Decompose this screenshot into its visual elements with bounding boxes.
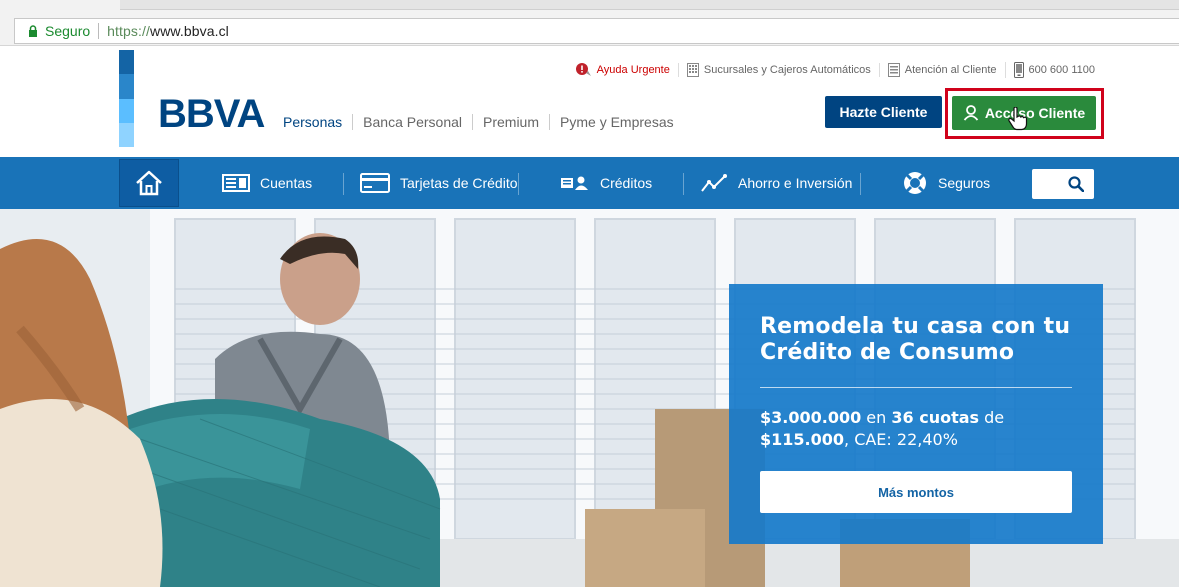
promo-title-line2: Crédito de Consumo <box>760 340 1015 365</box>
nav-cuentas-label: Cuentas <box>260 175 313 191</box>
segment-personas[interactable]: Personas <box>283 114 352 130</box>
logo-stripe <box>119 122 134 147</box>
promo-de: de <box>979 408 1005 427</box>
logo-stripe <box>119 74 134 99</box>
nav-separator <box>860 173 861 195</box>
mas-montos-button[interactable]: Más montos <box>760 471 1072 513</box>
phone-icon <box>1013 62 1024 78</box>
nav-ahorro-label: Ahorro e Inversión <box>738 175 853 191</box>
phone-label: 600 600 1100 <box>1028 64 1095 76</box>
service-building-icon <box>887 63 900 77</box>
nav-creditos-label: Créditos <box>600 175 653 191</box>
secure-label: Seguro <box>45 23 91 39</box>
urgent-help-link[interactable]: Ayuda Urgente <box>568 63 678 77</box>
segment-banca-personal[interactable]: Banca Personal <box>352 114 472 130</box>
branches-label: Sucursales y Cajeros Automáticos <box>703 64 871 76</box>
search-input[interactable] <box>1032 169 1094 199</box>
home-button[interactable] <box>119 159 179 207</box>
credits-icon <box>560 175 590 191</box>
hand-cursor-icon <box>1008 106 1028 136</box>
hazte-cliente-button[interactable]: Hazte Cliente <box>825 96 942 128</box>
address-bar[interactable]: Seguro https://www.bbva.cl <box>14 18 1179 44</box>
promo-title: Remodela tu casa con tu Crédito de Consu… <box>760 314 1073 366</box>
lifebuoy-icon <box>902 170 928 196</box>
promo-card: Remodela tu casa con tu Crédito de Consu… <box>729 284 1103 544</box>
nav-ahorro[interactable]: Ahorro e Inversión <box>700 157 852 209</box>
site-header: BBVA Personas Banca Personal Premium Pym… <box>0 46 1179 157</box>
customer-service-link[interactable]: Atención al Cliente <box>878 63 1005 77</box>
nav-seguros[interactable]: Seguros <box>902 157 990 209</box>
nav-tarjetas-label: Tarjetas de Crédito <box>400 175 518 191</box>
promo-text: $3.000.000 en 36 cuotas de $115.000, CAE:… <box>760 407 1073 451</box>
browser-toolbar: Seguro https://www.bbva.cl <box>0 0 1179 46</box>
nav-creditos[interactable]: Créditos <box>560 157 652 209</box>
search-icon[interactable] <box>1068 176 1084 192</box>
logo-stripe <box>119 98 134 123</box>
segment-premium[interactable]: Premium <box>472 114 549 130</box>
user-icon <box>963 105 979 121</box>
main-nav: Cuentas Tarjetas de Crédito Créditos Aho… <box>0 157 1179 209</box>
urgent-help-label: Ayuda Urgente <box>596 64 670 76</box>
nav-separator <box>343 173 344 195</box>
url-protocol: https:// <box>107 23 150 39</box>
promo-amount: $3.000.000 <box>760 408 862 427</box>
investment-chart-icon <box>700 173 728 193</box>
account-icon <box>222 174 250 192</box>
credit-card-icon <box>360 173 390 193</box>
branches-link[interactable]: Sucursales y Cajeros Automáticos <box>677 63 879 77</box>
segment-pyme-empresas[interactable]: Pyme y Empresas <box>549 114 684 130</box>
customer-service-label: Atención al Cliente <box>904 64 997 76</box>
lock-icon <box>23 21 43 41</box>
nav-tarjetas[interactable]: Tarjetas de Crédito <box>360 157 518 209</box>
promo-title-line1: Remodela tu casa con tu <box>760 314 1071 339</box>
url-text[interactable]: https://www.bbva.cl <box>107 23 229 39</box>
url-host: www.bbva.cl <box>149 23 229 39</box>
url-separator <box>98 23 100 39</box>
hero-banner: Remodela tu casa con tu Crédito de Consu… <box>0 209 1179 587</box>
promo-cae: , CAE: 22,40% <box>844 430 958 449</box>
promo-en: en <box>861 408 892 427</box>
promo-installment: $115.000 <box>760 430 845 449</box>
bbva-logo[interactable]: BBVA <box>158 92 265 137</box>
logo-stripes <box>119 50 134 147</box>
logo-stripe <box>119 50 134 75</box>
nav-separator <box>518 173 519 195</box>
page: Seguro https://www.bbva.cl BBVA Personas… <box>0 0 1179 587</box>
promo-term: 36 cuotas <box>891 408 980 427</box>
phone-link[interactable]: 600 600 1100 <box>1004 62 1103 78</box>
utility-nav: Ayuda Urgente Sucursales y Cajeros Autom… <box>568 62 1103 78</box>
nav-separator <box>683 173 684 195</box>
acceso-cliente-label: Acceso Cliente <box>984 105 1086 121</box>
promo-divider <box>760 387 1072 388</box>
alert-icon <box>575 63 592 77</box>
tab-strip <box>120 0 1179 10</box>
building-icon <box>686 63 699 77</box>
nav-cuentas[interactable]: Cuentas <box>222 157 312 209</box>
home-icon <box>134 169 164 197</box>
segment-nav: Personas Banca Personal Premium Pyme y E… <box>283 114 684 130</box>
nav-seguros-label: Seguros <box>938 175 991 191</box>
